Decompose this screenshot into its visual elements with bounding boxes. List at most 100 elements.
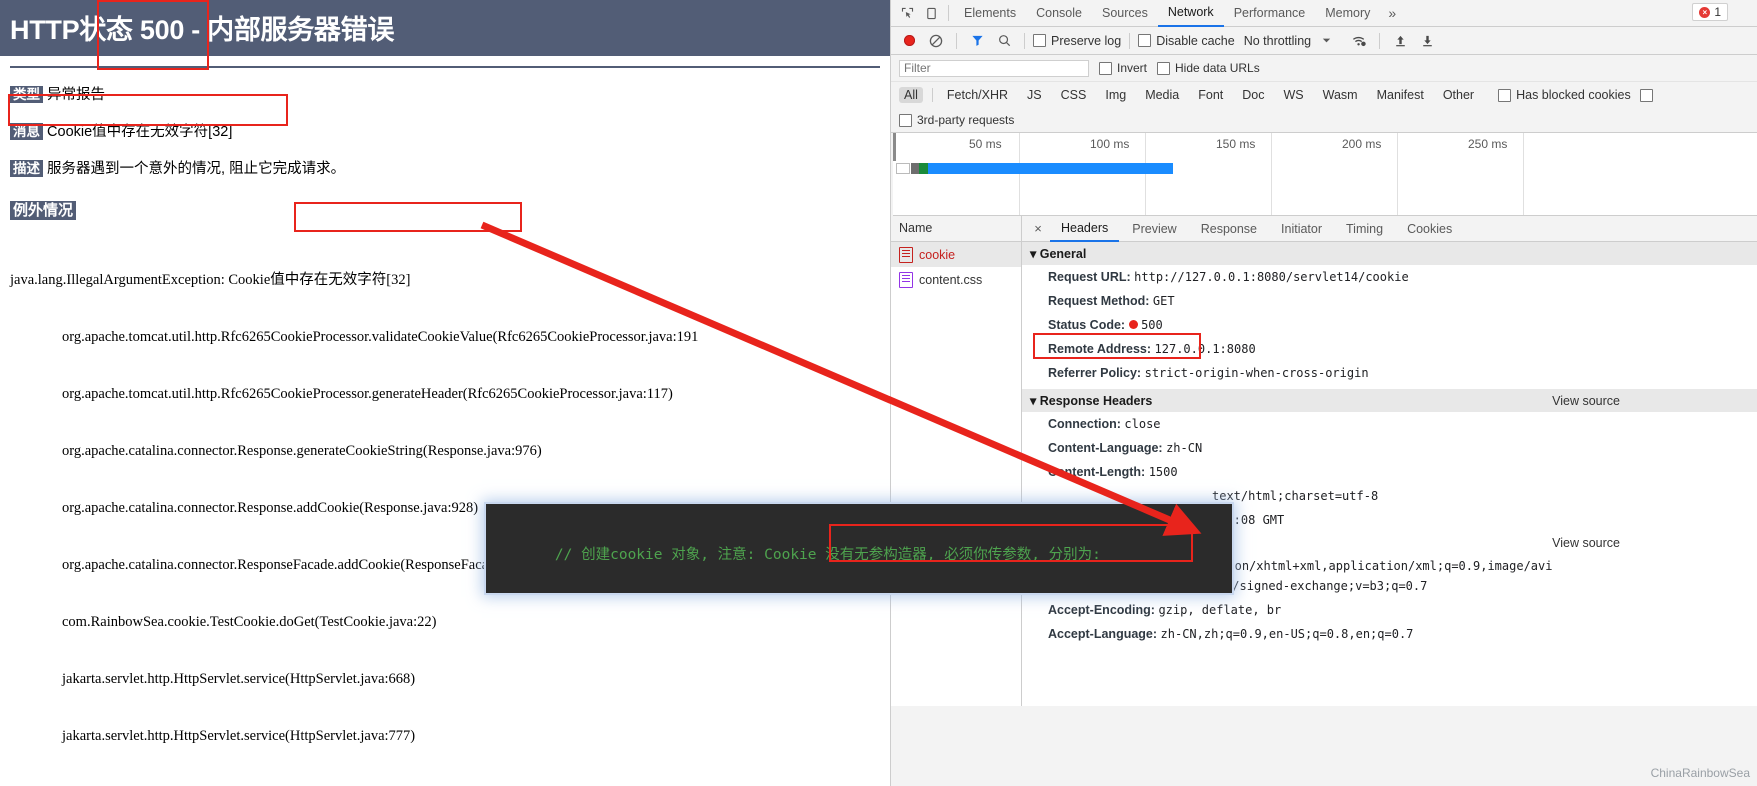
disable-cache-label: Disable cache bbox=[1156, 33, 1235, 48]
type-filter-media[interactable]: Media bbox=[1140, 87, 1184, 103]
page-title: HTTP状态 500 - 内部服务器错误 bbox=[10, 15, 395, 45]
type-filter-js[interactable]: JS bbox=[1022, 87, 1047, 103]
timeline-segment-stalled bbox=[911, 163, 919, 174]
header-value: 127.0.0.1:8080 bbox=[1154, 342, 1256, 356]
hide-data-urls-label: Hide data URLs bbox=[1175, 61, 1260, 75]
type-filter-font[interactable]: Font bbox=[1193, 87, 1228, 103]
checkbox-box bbox=[899, 113, 912, 127]
header-name: Request URL: bbox=[1048, 270, 1131, 284]
detail-tabbar: × Headers Preview Response Initiator Tim… bbox=[1022, 216, 1757, 242]
timeline-tick: 150 ms bbox=[1216, 137, 1256, 151]
code-line-comment: // 创建cookie 对象, 注意: Cookie 没有无参构造器, 必须你传… bbox=[486, 504, 1232, 593]
header-row-connection: Connection: close bbox=[1022, 412, 1757, 436]
invert-checkbox[interactable]: Invert bbox=[1099, 61, 1147, 75]
stack-frame: org.apache.catalina.connector.Response.g… bbox=[62, 443, 542, 459]
type-filter-css[interactable]: CSS bbox=[1056, 87, 1092, 103]
code-snippet-overlay: // 创建cookie 对象, 注意: Cookie 没有无参构造器, 必须你传… bbox=[486, 504, 1232, 593]
type-filter-ws[interactable]: WS bbox=[1278, 87, 1308, 103]
device-toolbar-icon[interactable] bbox=[919, 2, 943, 24]
response-headers-heading: ▾ Response Headers bbox=[1030, 394, 1153, 408]
import-har-icon[interactable] bbox=[1388, 30, 1412, 52]
tab-memory[interactable]: Memory bbox=[1315, 1, 1380, 26]
resource-type-filters: All Fetch/XHR JS CSS Img Media Font Doc … bbox=[891, 82, 1757, 108]
header-name: Accept-Encoding: bbox=[1048, 603, 1155, 617]
tab-network[interactable]: Network bbox=[1157, 0, 1224, 27]
header-value: 1500 bbox=[1148, 465, 1178, 479]
header-name: Accept-Language: bbox=[1048, 627, 1158, 641]
requests-column-header[interactable]: Name bbox=[891, 216, 1021, 242]
detail-tab-headers[interactable]: Headers bbox=[1050, 216, 1120, 242]
type-filter-img[interactable]: Img bbox=[1100, 87, 1131, 103]
detail-tab-initiator[interactable]: Initiator bbox=[1270, 217, 1333, 241]
exception-heading: 例外情况 bbox=[10, 199, 880, 220]
inspect-element-icon[interactable] bbox=[895, 2, 919, 24]
detail-tab-cookies[interactable]: Cookies bbox=[1396, 217, 1463, 241]
network-timeline[interactable]: 50 ms 100 ms 150 ms 200 ms 250 ms bbox=[893, 133, 1757, 216]
timeline-tick: 250 ms bbox=[1468, 137, 1508, 151]
type-filter-other[interactable]: Other bbox=[1438, 87, 1479, 103]
tab-elements[interactable]: Elements bbox=[954, 1, 1026, 26]
checkbox-box bbox=[1498, 88, 1512, 102]
exception-detail: Cookie值中存在无效字符[32] bbox=[228, 272, 411, 288]
exception-class: java.lang.IllegalArgumentException: bbox=[10, 272, 225, 288]
type-value: 异常报告 bbox=[47, 87, 106, 103]
watermark: ChinaRainbowSea bbox=[1650, 766, 1750, 780]
code-comment-text: // 创建cookie 对象, 注意: Cookie 没有无参构造器, 必须你传… bbox=[554, 547, 1101, 563]
status-error-icon bbox=[1128, 320, 1138, 329]
timeline-segment-ttfb bbox=[919, 163, 928, 174]
header-value: strict-origin-when-cross-origin bbox=[1144, 366, 1369, 380]
detail-tab-response[interactable]: Response bbox=[1190, 217, 1268, 241]
detail-tab-preview[interactable]: Preview bbox=[1121, 217, 1187, 241]
tab-performance[interactable]: Performance bbox=[1224, 1, 1316, 26]
type-filter-manifest[interactable]: Manifest bbox=[1372, 87, 1429, 103]
clear-button[interactable] bbox=[924, 30, 948, 52]
chevron-down-icon[interactable] bbox=[1314, 30, 1338, 52]
blocked-requests-checkbox[interactable] bbox=[1639, 88, 1653, 102]
description-value: 服务器遇到一个意外的情况, 阻止它完成请求。 bbox=[47, 161, 346, 177]
checkbox-box bbox=[1099, 61, 1112, 75]
hide-data-urls-checkbox[interactable]: Hide data URLs bbox=[1157, 61, 1260, 75]
close-icon[interactable]: × bbox=[1028, 221, 1048, 236]
general-section-header[interactable]: ▾ General bbox=[1022, 242, 1757, 265]
response-headers-section-header[interactable]: ▾ Response Headers View source bbox=[1022, 389, 1757, 412]
third-party-checkbox[interactable]: 3rd-party requests bbox=[899, 113, 1014, 127]
type-filter-doc[interactable]: Doc bbox=[1237, 87, 1269, 103]
search-icon[interactable] bbox=[992, 30, 1016, 52]
view-source-link-request[interactable]: View source bbox=[1552, 536, 1620, 550]
filter-icon[interactable] bbox=[965, 30, 989, 52]
types-divider bbox=[931, 88, 933, 102]
filter-input[interactable] bbox=[899, 59, 1089, 77]
stack-frame: jakarta.servlet.http.HttpServlet.service… bbox=[62, 671, 416, 687]
network-main: Name cookie content.css × Headers Previe… bbox=[891, 216, 1757, 706]
header-row-referrer-policy: Referrer Policy: strict-origin-when-cros… bbox=[1022, 361, 1757, 385]
has-blocked-cookies-checkbox[interactable]: Has blocked cookies bbox=[1498, 88, 1631, 102]
tab-sources[interactable]: Sources bbox=[1092, 1, 1158, 26]
type-filter-wasm[interactable]: Wasm bbox=[1318, 87, 1363, 103]
record-button[interactable] bbox=[897, 30, 921, 52]
header-value: zh-CN,zh;q=0.9,en-US;q=0.8,en;q=0.7 bbox=[1160, 627, 1414, 641]
error-count-badge[interactable]: × 1 bbox=[1692, 3, 1728, 21]
disable-cache-checkbox[interactable]: Disable cache bbox=[1138, 34, 1235, 48]
timeline-tick: 50 ms bbox=[969, 137, 1002, 151]
request-row-content-css[interactable]: content.css bbox=[891, 267, 1021, 292]
type-filter-all[interactable]: All bbox=[899, 87, 923, 103]
page-title-bar: HTTP状态 500 - 内部服务器错误 bbox=[0, 0, 890, 56]
type-filter-fetch-xhr[interactable]: Fetch/XHR bbox=[942, 87, 1013, 103]
view-source-link[interactable]: View source bbox=[1552, 394, 1750, 408]
network-conditions-icon[interactable] bbox=[1347, 30, 1371, 52]
export-har-icon[interactable] bbox=[1415, 30, 1439, 52]
devtools-tabbar: Elements Console Sources Network Perform… bbox=[891, 0, 1757, 27]
throttling-select[interactable]: No throttling bbox=[1244, 34, 1311, 48]
header-row-accept-encoding: Accept-Encoding: gzip, deflate, br bbox=[1022, 598, 1757, 622]
request-name: cookie bbox=[919, 247, 956, 262]
more-tabs-icon[interactable]: » bbox=[1380, 5, 1404, 21]
request-row-cookie[interactable]: cookie bbox=[891, 242, 1021, 267]
header-name: Status Code: bbox=[1048, 318, 1126, 332]
checkbox-box bbox=[1157, 61, 1171, 75]
detail-tab-timing[interactable]: Timing bbox=[1335, 217, 1394, 241]
tab-console[interactable]: Console bbox=[1026, 1, 1092, 26]
requests-list: Name cookie content.css bbox=[891, 216, 1022, 706]
header-name: Connection: bbox=[1048, 417, 1121, 431]
tomcat-error-page: HTTP状态 500 - 内部服务器错误 类型 异常报告 消息 Cookie值中… bbox=[0, 0, 890, 786]
preserve-log-checkbox[interactable]: Preserve log bbox=[1033, 34, 1121, 48]
